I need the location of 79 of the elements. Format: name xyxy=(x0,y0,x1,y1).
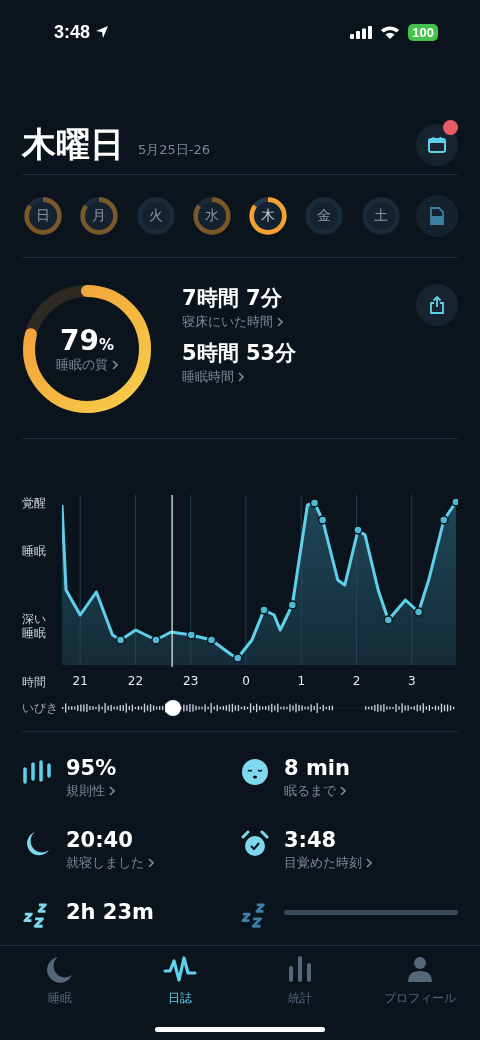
stat-value: 3:48 xyxy=(284,827,337,852)
stat-value: 2h 23m xyxy=(66,899,154,924)
signal-icon xyxy=(350,25,373,39)
data-point xyxy=(317,515,328,525)
sleepy-face-icon xyxy=(240,758,270,786)
day-button[interactable]: 日 xyxy=(22,195,64,237)
stat-value: 95% xyxy=(66,756,117,780)
quality-score: 79 xyxy=(60,324,99,358)
data-point xyxy=(451,497,458,507)
duration-value: 7時間 7分 xyxy=(182,285,282,312)
chevron-icon xyxy=(238,372,244,383)
snore-label: いびき xyxy=(22,699,59,717)
data-point xyxy=(439,515,449,525)
stat-link[interactable]: 規則性 xyxy=(66,783,115,800)
stat-link[interactable]: 就寝しました xyxy=(66,854,154,872)
hour-label: 1 xyxy=(297,674,305,688)
person-icon xyxy=(405,954,435,984)
day-button[interactable]: 月 xyxy=(78,195,121,237)
data-point xyxy=(186,630,197,640)
tab[interactable]: 統計 xyxy=(240,946,360,1008)
day-button[interactable]: 木 xyxy=(247,195,290,237)
data-point xyxy=(206,635,217,645)
data-point xyxy=(232,653,243,663)
hour-label: 3 xyxy=(407,674,416,688)
date-range: 5月25日-26 xyxy=(138,141,211,159)
percent-unit: % xyxy=(98,336,114,355)
chevron-icon xyxy=(366,858,372,869)
duration-value: 5時間 53分 xyxy=(182,339,297,367)
status-time: 3:48 xyxy=(54,21,91,43)
location-arrow-icon xyxy=(95,25,110,39)
stat-link[interactable]: 眠るまで xyxy=(284,783,346,800)
playback-handle[interactable] xyxy=(164,700,181,716)
stat-value: 8 min xyxy=(284,756,350,780)
data-point xyxy=(259,605,269,615)
stat-value: 20:40 xyxy=(66,827,133,852)
stage-label: 深い睡眠 xyxy=(22,613,47,641)
chevron-icon xyxy=(148,858,154,869)
stage-label: 覚醒 xyxy=(22,497,46,511)
stage-label: 睡眠 xyxy=(22,545,46,559)
report-button[interactable] xyxy=(415,195,458,237)
wifi-icon xyxy=(380,25,401,39)
data-point xyxy=(383,615,394,625)
share-button[interactable] xyxy=(416,284,458,326)
day-button[interactable]: 水 xyxy=(190,195,233,237)
hour-label: 0 xyxy=(242,674,250,688)
tab[interactable]: 睡眠 xyxy=(0,946,120,1008)
hour-label: 2 xyxy=(352,674,361,688)
data-point xyxy=(353,525,363,535)
bars-icon xyxy=(22,758,52,786)
tab[interactable]: 日誌 xyxy=(120,946,240,1008)
axis-title: 時間 xyxy=(22,673,47,691)
calendar-icon xyxy=(427,135,447,155)
moon-icon xyxy=(45,954,75,984)
battery-level: 100 xyxy=(408,23,438,41)
day-title: 木曜日 xyxy=(22,123,124,166)
chevron-icon xyxy=(277,317,283,328)
chevron-icon xyxy=(112,360,118,371)
data-point xyxy=(287,600,298,610)
calendar-button[interactable] xyxy=(416,124,458,166)
quality-link[interactable]: 睡眠の質 xyxy=(56,357,118,374)
data-point xyxy=(413,607,424,617)
hour-label: 23 xyxy=(183,674,199,688)
duration-link[interactable]: 寝床にいた時間 xyxy=(182,314,283,331)
alarm-clock-icon xyxy=(240,829,270,858)
tab[interactable]: プロフィール xyxy=(360,946,480,1008)
chevron-icon xyxy=(109,786,115,797)
stat-link[interactable]: 目覚めた時刻 xyxy=(284,854,372,872)
day-button[interactable]: 火 xyxy=(134,195,177,237)
hour-label: 21 xyxy=(72,674,88,688)
data-point xyxy=(309,498,320,508)
pulse-wave-icon xyxy=(163,954,197,984)
day-button[interactable]: 金 xyxy=(303,195,346,237)
duration-link[interactable]: 睡眠時間 xyxy=(182,368,244,386)
day-button[interactable]: 土 xyxy=(359,195,402,237)
data-point xyxy=(151,635,161,645)
data-point xyxy=(115,635,126,645)
chevron-icon xyxy=(340,786,346,797)
share-icon xyxy=(427,295,447,315)
hour-label: 22 xyxy=(127,674,144,688)
